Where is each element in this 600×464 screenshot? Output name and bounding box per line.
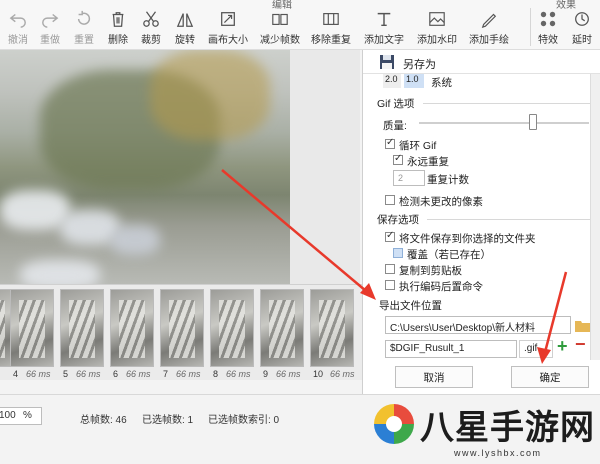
export-location-heading: 导出文件位置 (379, 300, 442, 312)
delay-icon (575, 12, 589, 26)
frame-thumbnail[interactable] (110, 289, 154, 367)
frame-number: 4 (13, 369, 19, 379)
loop-gif-label: 循环 Gif (399, 140, 437, 152)
frame-number: 5 (63, 369, 69, 379)
frame-thumbnail[interactable] (310, 289, 354, 367)
floppy-disk-icon (380, 55, 394, 69)
file-extension: .gif (519, 340, 553, 358)
frame-number: 9 (263, 369, 269, 379)
copy-clipboard-checkbox[interactable] (385, 264, 395, 274)
frame-delay: 66 ms (26, 369, 51, 379)
frame-thumbnail[interactable] (260, 289, 304, 367)
toolbar: 编辑 效果 撤消 重做 重置 删除 裁剪 旋转 画布大小 减少帧数 移除重复 添… (0, 0, 600, 50)
panel-title: 另存为 (403, 59, 436, 71)
rotate-button[interactable]: 旋转 (165, 6, 205, 48)
canvas-size-button[interactable]: 画布大小 (208, 6, 248, 48)
divider (427, 219, 593, 220)
repeat-count-input[interactable]: 2 (393, 170, 425, 186)
save-options-heading: 保存选项 (377, 214, 419, 226)
add-drawing-icon (481, 13, 497, 28)
add-watermark-button[interactable]: 添加水印 (417, 6, 457, 48)
quality-slider-thumb[interactable] (528, 114, 537, 130)
version-button-selected[interactable]: 1.0 (404, 74, 424, 88)
selected-frame-index: 已选帧数索引: 0 (208, 415, 280, 426)
frame-strip[interactable]: 4 66 ms 5 66 ms 6 66 ms 7 66 ms 8 66 ms … (0, 284, 362, 380)
encoder-label: 系统 (431, 77, 452, 89)
quality-slider-track[interactable] (419, 122, 589, 124)
filename-input[interactable]: $DGIF_Rusult_1 (385, 340, 517, 358)
redo-icon (42, 13, 59, 28)
frame-thumbnail[interactable] (160, 289, 204, 367)
cancel-button[interactable]: 取消 (395, 366, 473, 388)
add-watermark-icon (429, 12, 445, 26)
divider (423, 103, 593, 104)
add-text-icon (377, 12, 391, 27)
gif-options-heading: Gif 选项 (377, 98, 415, 110)
frame-delay: 66 ms (330, 369, 355, 379)
add-drawing-button[interactable]: 添加手绘 (469, 6, 509, 48)
zoom-box[interactable]: 100 % (0, 407, 42, 425)
undo-icon (9, 13, 26, 28)
zoom-value: 100 (0, 410, 16, 421)
watermark-text: 八星手游网 (420, 409, 595, 447)
repeat-count-label: 重复计数 (427, 174, 469, 186)
repeat-forever-label: 永远重复 (407, 156, 449, 168)
reduce-frames-button[interactable]: 减少帧数 (260, 6, 300, 48)
watermark-logo (374, 404, 414, 444)
selected-frames: 已选帧数: 1 (142, 415, 194, 426)
zoom-unit: % (23, 410, 32, 421)
overwrite-label: 覆盖（若已存在） (407, 249, 491, 261)
save-as-panel: 另存为 2.0 1.0 系统 Gif 选项 质量: 循环 Gif 永远重复 2 … (362, 50, 600, 394)
frame-number: 7 (163, 369, 169, 379)
cut-icon (143, 11, 159, 27)
minus-icon[interactable]: − (575, 334, 586, 355)
frame-delay: 66 ms (76, 369, 101, 379)
rotate-icon (176, 13, 194, 27)
effects-icon (540, 11, 556, 27)
folder-icon[interactable] (575, 319, 591, 332)
folder-path-input[interactable]: C:\Users\User\Desktop\新人材料 (385, 316, 571, 334)
site-watermark: 八星手游网 www.lyshbx.com (372, 398, 600, 464)
post-command-checkbox[interactable] (385, 280, 395, 290)
frame-delay: 66 ms (126, 369, 151, 379)
total-frames: 总帧数: 46 (80, 415, 127, 426)
delay-button[interactable]: 延时 (562, 6, 600, 48)
save-to-folder-label: 将文件保存到你选择的文件夹 (399, 233, 536, 245)
frame-number: 6 (113, 369, 119, 379)
reduce-frames-icon (272, 13, 288, 25)
loop-gif-checkbox[interactable] (385, 137, 395, 149)
overwrite-checkbox[interactable] (393, 248, 403, 258)
panel-title-bar: 另存为 (363, 50, 600, 74)
version-button[interactable]: 2.0 (383, 74, 401, 88)
reset-icon (77, 10, 91, 25)
watermark-url: www.lyshbx.com (454, 448, 542, 458)
canvas-size-icon (221, 12, 235, 26)
canvas-background (290, 50, 360, 284)
frame-thumbnail[interactable] (10, 289, 54, 367)
detect-unchanged-label: 检测未更改的像素 (399, 196, 483, 208)
frame-preview-image (0, 50, 290, 284)
frame-delay: 66 ms (176, 369, 201, 379)
delete-icon (112, 12, 124, 27)
panel-scrollbar[interactable] (590, 74, 600, 360)
remove-duplicates-button[interactable]: 移除重复 (311, 6, 351, 48)
remove-duplicates-icon (323, 13, 339, 25)
save-to-folder-checkbox[interactable] (385, 230, 395, 242)
add-text-button[interactable]: 添加文字 (364, 6, 404, 48)
frame-delay: 66 ms (226, 369, 251, 379)
frame-thumbnail[interactable] (210, 289, 254, 367)
repeat-forever-checkbox[interactable] (393, 153, 403, 165)
frame-thumbnail[interactable] (60, 289, 104, 367)
post-command-label: 执行编码后置命令 (399, 281, 483, 293)
confirm-button[interactable]: 确定 (511, 366, 589, 388)
frame-delay: 66 ms (276, 369, 301, 379)
copy-clipboard-label: 复制到剪贴板 (399, 265, 462, 277)
frame-number: 10 (313, 369, 324, 379)
frame-number: 8 (213, 369, 219, 379)
plus-icon[interactable]: + (557, 336, 568, 357)
detect-unchanged-checkbox[interactable] (385, 195, 395, 205)
quality-label: 质量: (383, 120, 407, 132)
